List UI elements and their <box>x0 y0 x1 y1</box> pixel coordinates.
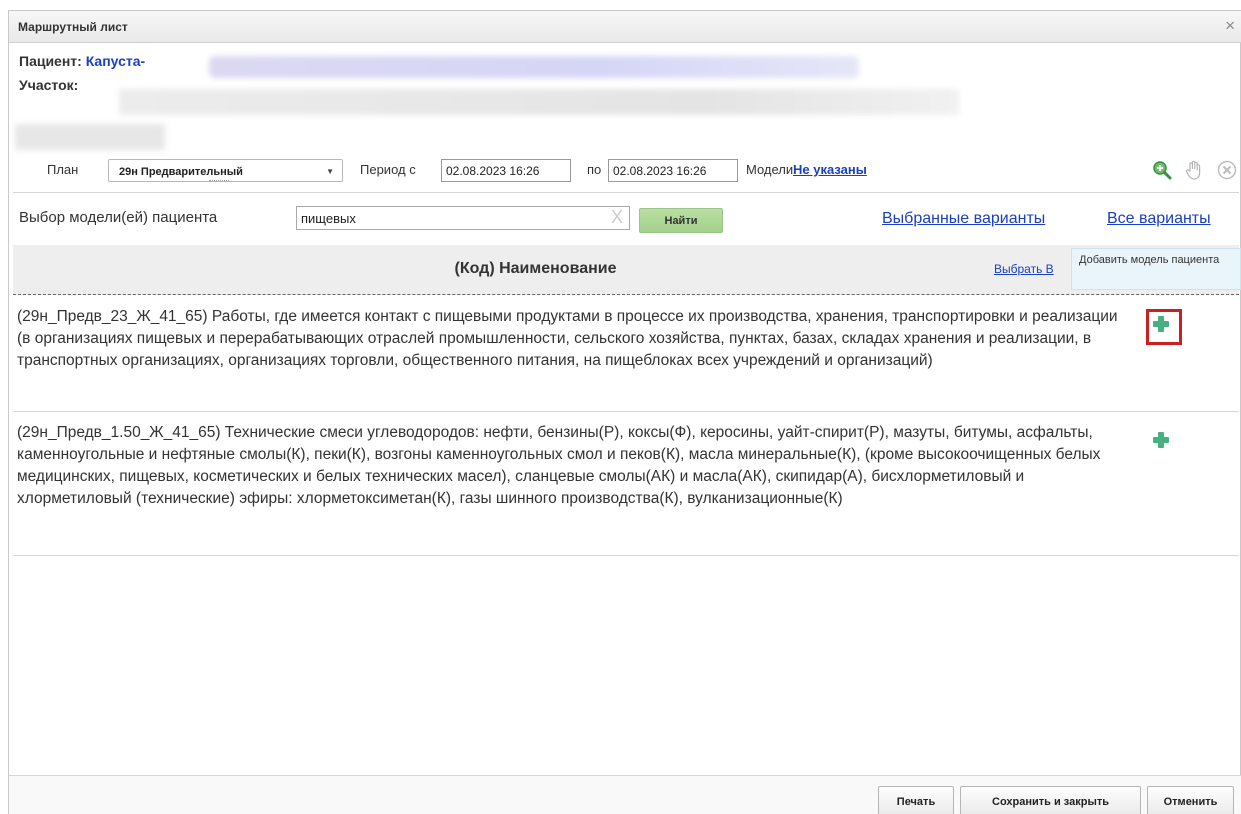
model-text: (29н_Предв_1.50_Ж_41_65) Технические сме… <box>17 424 1101 507</box>
title-bar: Маршрутный лист × <box>9 11 1241 43</box>
add-model-button[interactable] <box>1146 425 1182 461</box>
selected-variants-link[interactable]: Выбранные варианты <box>882 210 1045 228</box>
redacted-district <box>119 89 959 115</box>
grid-header: (Код) Наименование Выбрать В <box>13 245 1239 295</box>
add-model-tooltip: Добавить модель пациента <box>1071 248 1241 290</box>
patient-name: Капуста- <box>85 53 146 69</box>
period-to-label: по <box>587 162 602 177</box>
chevron-down-icon: ▼ <box>326 167 334 176</box>
cancel-button[interactable]: Отменить <box>1147 786 1234 814</box>
column-header-name: (Код) Наименование <box>454 260 617 277</box>
close-icon[interactable]: × <box>1225 17 1235 34</box>
plan-toolbar: План 29н Предварительный ▼ Период с 02.0… <box>13 147 1239 193</box>
print-button[interactable]: Печать <box>878 786 954 814</box>
route-sheet-dialog: Маршрутный лист × Пациент: Капуста- Учас… <box>8 10 1241 814</box>
add-model-button[interactable] <box>1146 309 1182 345</box>
select-all-link[interactable]: Выбрать В <box>994 262 1054 276</box>
find-button[interactable]: Найти <box>639 208 723 233</box>
plan-select[interactable]: 29н Предварительный ▼ <box>108 159 343 182</box>
plus-icon <box>1153 432 1169 448</box>
models-label: Модели: <box>746 162 797 177</box>
text-overflow-marker <box>209 180 229 183</box>
period-from-label: Период с <box>360 162 416 177</box>
redacted-patient-details <box>209 56 859 78</box>
clear-search-icon[interactable]: X <box>611 207 623 228</box>
model-text: (29н_Предв_23_Ж_41_65) Работы, где имеет… <box>17 308 1118 369</box>
model-search-label: Выбор модели(ей) пациента <box>19 209 218 226</box>
zoom-in-icon[interactable] <box>1151 159 1173 181</box>
plus-icon <box>1153 316 1169 332</box>
all-variants-link[interactable]: Все варианты <box>1107 210 1211 228</box>
plan-label: План <box>47 162 79 177</box>
hand-icon[interactable] <box>1183 159 1205 181</box>
save-close-button[interactable]: Сохранить и закрыть <box>960 786 1141 814</box>
model-search-value: пищевых <box>301 211 356 226</box>
model-search-row: Выбор модели(ей) пациента пищевых X Найт… <box>19 203 1239 233</box>
model-search-input[interactable]: пищевых X <box>296 206 630 230</box>
list-item: (29н_Предв_1.50_Ж_41_65) Технические сме… <box>13 412 1239 556</box>
dialog-footer: Печать Сохранить и закрыть Отменить <box>9 775 1241 814</box>
period-to-input[interactable]: 02.08.2023 16:26 <box>608 159 738 182</box>
clear-filter-icon[interactable] <box>1216 159 1238 181</box>
patient-info: Пациент: Капуста- <box>19 53 145 69</box>
models-link[interactable]: Не указаны <box>793 162 867 177</box>
plan-select-value: 29н Предварительный <box>119 166 243 178</box>
list-item: (29н_Предв_23_Ж_41_65) Работы, где имеет… <box>13 296 1239 412</box>
dialog-title: Маршрутный лист <box>18 20 128 34</box>
patient-label: Пациент: <box>19 53 82 69</box>
period-from-input[interactable]: 02.08.2023 16:26 <box>441 159 571 182</box>
district-label: Участок: <box>19 77 79 93</box>
